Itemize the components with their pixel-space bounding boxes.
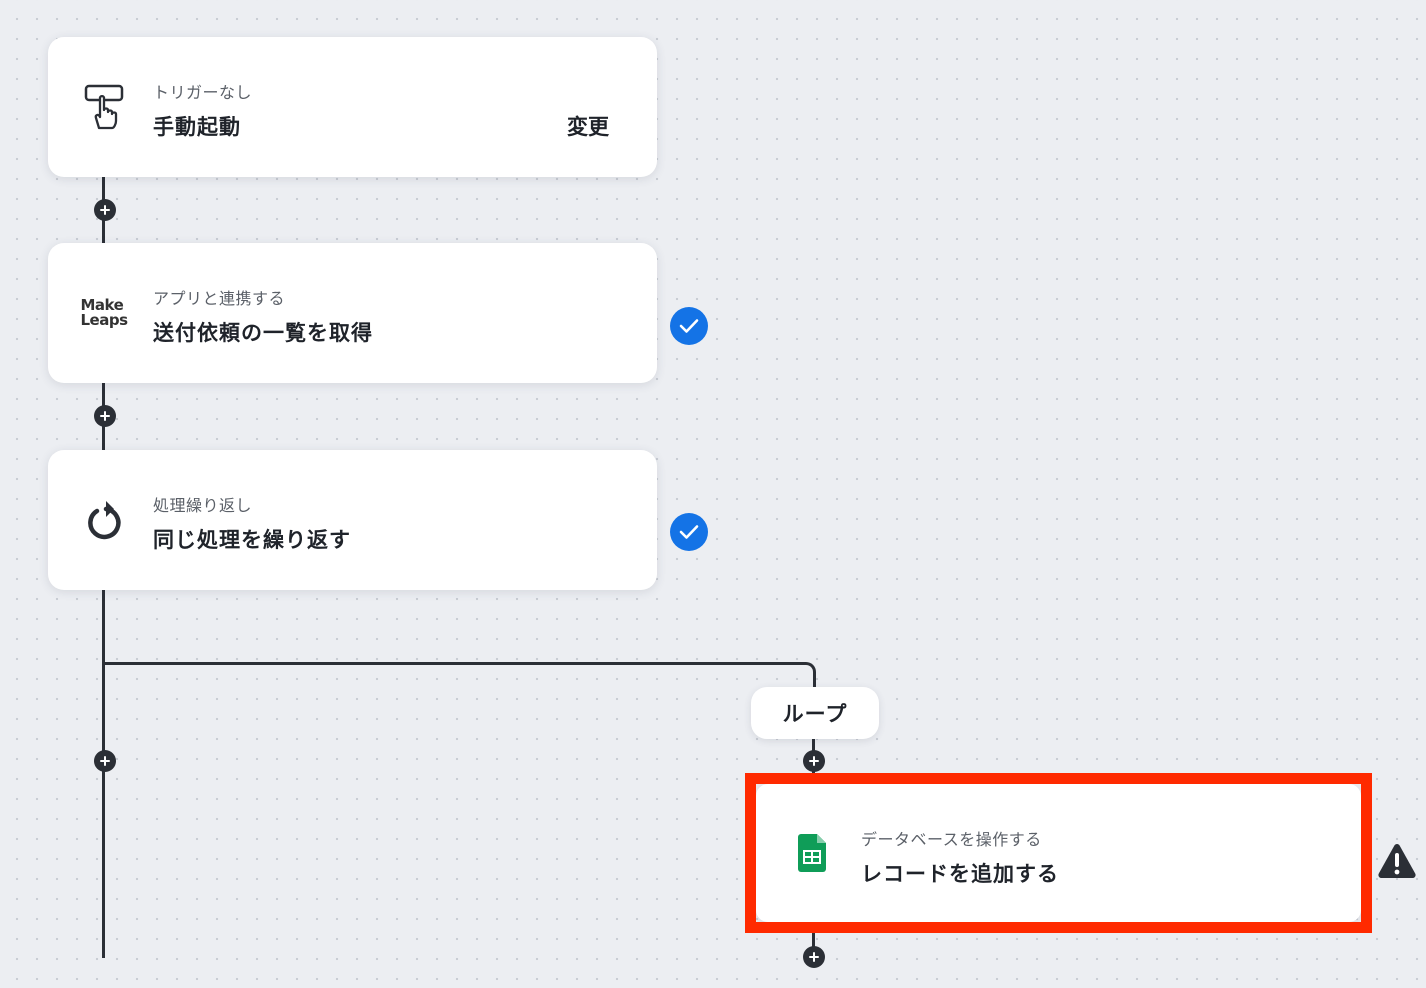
step-card-loop[interactable]: 処理繰り返し 同じ処理を繰り返す xyxy=(48,450,657,590)
connector-corner xyxy=(795,662,816,688)
change-trigger-button[interactable]: 変更 xyxy=(567,111,609,141)
step-title: 手動起動 xyxy=(153,115,241,139)
highlight-box xyxy=(745,773,1372,933)
plus-icon xyxy=(100,411,110,421)
makeleaps-logo: Make Leaps xyxy=(80,291,128,335)
add-loop-step-button-1[interactable] xyxy=(803,750,825,772)
step-card-trigger[interactable]: トリガーなし 手動起動 変更 xyxy=(48,37,657,177)
step-subtitle: アプリと連携する xyxy=(153,289,286,308)
add-step-button-2[interactable] xyxy=(94,405,116,427)
add-step-button-3[interactable] xyxy=(94,750,116,772)
warning-icon xyxy=(1377,842,1417,882)
connector-line-branch xyxy=(104,662,804,665)
add-step-button-1[interactable] xyxy=(94,199,116,221)
step-subtitle: トリガーなし xyxy=(153,83,253,102)
step-subtitle: 処理繰り返し xyxy=(153,496,253,515)
step-title: 送付依頼の一覧を取得 xyxy=(153,321,373,345)
loop-arrow-icon xyxy=(82,498,126,542)
plus-icon xyxy=(100,756,110,766)
check-complete-icon xyxy=(670,513,708,551)
plus-icon xyxy=(100,205,110,215)
plus-icon xyxy=(809,952,819,962)
loop-label[interactable]: ループ xyxy=(751,687,879,739)
logo-text-line2: Leaps xyxy=(80,311,128,329)
step-title: 同じ処理を繰り返す xyxy=(153,528,351,552)
check-complete-icon xyxy=(670,307,708,345)
add-loop-step-button-2[interactable] xyxy=(803,946,825,968)
plus-icon xyxy=(809,756,819,766)
hand-pointer-icon xyxy=(82,84,126,130)
step-card-makeleaps[interactable]: Make Leaps アプリと連携する 送付依頼の一覧を取得 xyxy=(48,243,657,383)
